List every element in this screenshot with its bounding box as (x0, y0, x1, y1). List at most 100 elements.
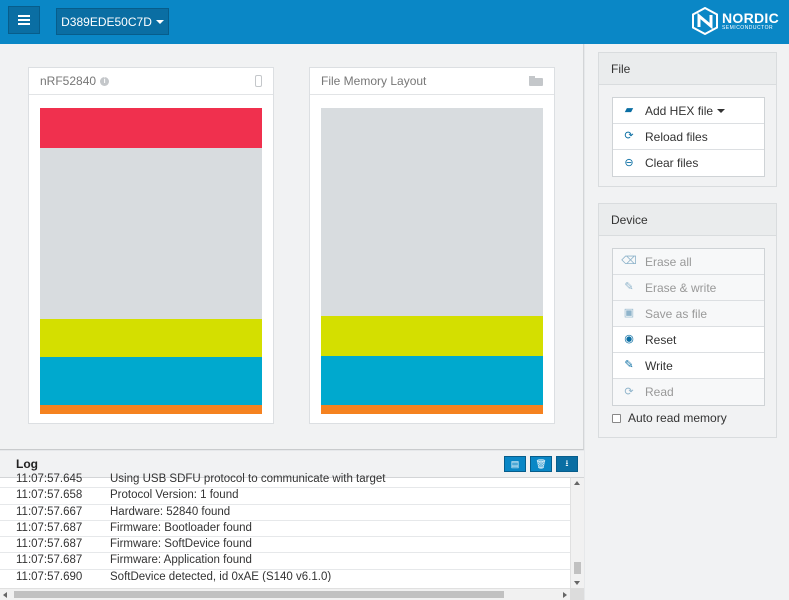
write-button[interactable]: ✎ Write (613, 353, 764, 379)
file-memory-title: File Memory Layout (321, 74, 427, 88)
reset-button[interactable]: ◉ Reset (613, 327, 764, 353)
chip-icon (255, 75, 262, 87)
log-timestamp: 11:07:57.687 (16, 538, 83, 551)
device-button-group: ⌫ Erase all ✎ Erase & write ▣ Save as file ◉ Re… (612, 248, 765, 406)
scroll-thumb-horizontal[interactable] (14, 591, 504, 598)
device-memory-region-2[interactable] (40, 319, 262, 358)
file-memory-region-2[interactable] (321, 355, 543, 405)
log-message: Firmware: Bootloader found (110, 521, 252, 534)
refresh-icon: ⟳ (624, 385, 634, 398)
add-hex-file-button[interactable]: ▰ Add HEX file (613, 98, 764, 124)
log-entry: 11:07:57.687 Firmware: Application found (0, 553, 570, 570)
read-label: Read (645, 385, 674, 399)
log-entry: 11:07:57.687 Firmware: Bootloader found (0, 521, 570, 538)
floppy-icon: ▣ (623, 307, 635, 319)
scroll-right-icon[interactable] (563, 592, 567, 598)
file-memory-region-0[interactable] (321, 108, 543, 317)
clear-files-button[interactable]: ⊖ Clear files (613, 150, 764, 176)
write-label: Write (645, 358, 673, 373)
erase-all-label: Erase all (645, 254, 692, 269)
device-memory-region-0[interactable] (40, 108, 262, 148)
log-vertical-scrollbar[interactable] (570, 478, 584, 588)
top-bar: D389EDE50C7D NORDIC SEMICONDUCTOR (0, 0, 789, 44)
auto-read-checkbox[interactable] (612, 413, 621, 423)
device-memory-region-1[interactable] (40, 147, 262, 320)
refresh-icon: ⟳ (624, 130, 634, 142)
auto-read-memory-toggle[interactable]: Auto read memory (612, 411, 727, 425)
log-timestamp: 11:07:57.658 (16, 489, 83, 502)
device-name: nRF52840 (40, 74, 97, 88)
file-panel-title: File (599, 53, 776, 85)
erase-write-button[interactable]: ✎ Erase & write (613, 275, 764, 301)
device-memory-card: nRF52840 i (28, 67, 274, 424)
autoscroll-button[interactable]: ⭳ (556, 456, 578, 472)
log-entry: 11:07:57.645 Using USB SDFU protocol to c… (0, 472, 570, 489)
log-entry: 11:07:57.690 SoftDevice detected, id 0xAE… (0, 570, 570, 582)
log-title: Log (16, 457, 38, 471)
trash-icon: 🗑 (535, 458, 547, 469)
scroll-left-icon[interactable] (3, 592, 7, 598)
log-message: Firmware: SoftDevice found (110, 538, 252, 551)
file-memory-header: File Memory Layout (310, 68, 554, 95)
log-message: Hardware: 52840 found (110, 505, 231, 518)
device-memory-region-4[interactable] (40, 404, 262, 414)
sidebar: File ▰ Add HEX file ⟳ Reload files ⊖ Clear fi… (585, 44, 789, 600)
memory-view: nRF52840 i File Memory Layout (0, 44, 584, 450)
reset-label: Reset (645, 332, 677, 347)
logo-word: NORDIC (721, 10, 779, 26)
file-memory-region-1[interactable] (321, 316, 543, 356)
log-entry: 11:07:57.658 Protocol Version: 1 found (0, 488, 570, 505)
device-memory-map (40, 108, 262, 414)
log-entries: 11:07:57.645 Using USB SDFU protocol to c… (0, 472, 570, 582)
log-message: Protocol Version: 1 found (110, 489, 239, 502)
add-hex-file-label: Add HEX file (645, 103, 714, 118)
auto-read-label: Auto read memory (628, 411, 727, 425)
save-as-file-label: Save as file (645, 306, 708, 321)
reload-files-label: Reload files (645, 129, 708, 144)
erase-write-label: Erase & write (645, 280, 717, 295)
read-button[interactable]: ⟳ Read (613, 379, 764, 405)
minus-circle-icon: ⊖ (624, 156, 634, 169)
log-entry: 11:07:57.667 Hardware: 52840 found (0, 505, 570, 521)
info-icon[interactable]: i (100, 76, 110, 86)
log-timestamp: 11:07:57.690 (16, 570, 83, 582)
scroll-up-icon[interactable] (574, 481, 580, 485)
caret-down-icon (155, 19, 164, 24)
device-panel-title: Device (599, 204, 776, 236)
open-log-button[interactable]: ▤ (504, 456, 526, 472)
folder-open-icon: ▰ (624, 104, 634, 116)
hamburger-icon (18, 15, 30, 25)
clear-log-button[interactable]: 🗑 (530, 456, 552, 472)
log-message: SoftDevice detected, id 0xAE (S140 v6.1.… (110, 570, 332, 582)
scroll-thumb[interactable] (574, 562, 581, 574)
save-as-file-button[interactable]: ▣ Save as file (613, 301, 764, 327)
eraser-icon: ⌫ (621, 255, 637, 267)
device-memory-region-3[interactable] (40, 357, 262, 405)
erase-all-button[interactable]: ⌫ Erase all (613, 249, 764, 275)
scrollbar-corner (570, 588, 584, 600)
file-button-group: ▰ Add HEX file ⟳ Reload files ⊖ Clear files (612, 97, 765, 177)
device-selector-button[interactable]: D389EDE50C7D (56, 8, 169, 35)
clear-files-label: Clear files (645, 156, 699, 170)
file-memory-map (321, 108, 543, 414)
open-log-icon: ▤ (510, 458, 520, 469)
menu-button[interactable] (8, 6, 40, 34)
log-horizontal-scrollbar[interactable] (0, 588, 570, 600)
device-memory-header: nRF52840 i (29, 68, 273, 95)
autoscroll-icon: ⭳ (565, 458, 569, 468)
target-icon: ◉ (624, 333, 634, 345)
file-memory-region-3[interactable] (321, 404, 543, 414)
logo-subtitle: SEMICONDUCTOR (721, 25, 774, 31)
nordic-logo: NORDIC SEMICONDUCTOR (691, 7, 779, 35)
log-panel: Log ▤ 🗑 ⭳ 11:07:57.645 Using USB SDFU pro… (0, 451, 584, 600)
pencil-icon: ✎ (624, 359, 634, 371)
reload-files-button[interactable]: ⟳ Reload files (613, 124, 764, 150)
log-timestamp: 11:07:57.687 (16, 521, 83, 534)
scroll-down-icon[interactable] (574, 581, 580, 585)
device-panel: Device ⌫ Erase all ✎ Erase & write ▣ Save as … (598, 203, 777, 438)
caret-down-icon (717, 108, 726, 113)
log-message: Firmware: Application found (110, 554, 252, 567)
file-panel: File ▰ Add HEX file ⟳ Reload files ⊖ Clear fi… (598, 52, 777, 187)
nordic-logo-icon (691, 7, 718, 35)
log-timestamp: 11:07:57.645 (16, 473, 83, 485)
